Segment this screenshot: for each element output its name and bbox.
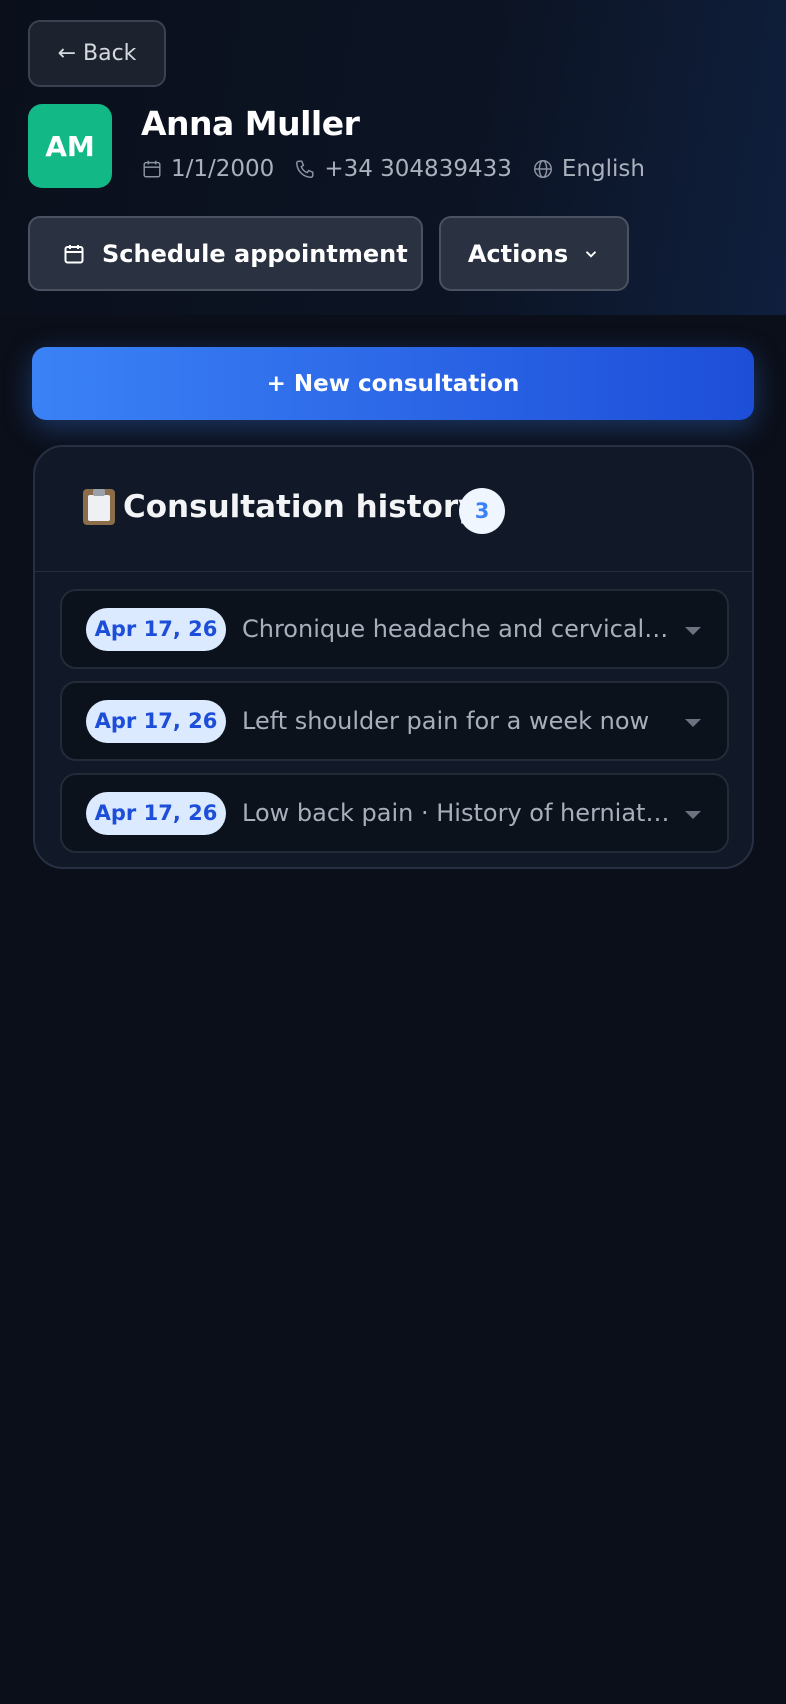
history-item-date: Apr 17, 26 <box>86 791 226 835</box>
new-consultation-button[interactable]: + New consultation <box>32 347 754 420</box>
history-item[interactable]: Apr 17, 26 Chronique headache and cervic… <box>60 589 729 669</box>
history-item[interactable]: Apr 17, 26 Left shoulder pain for a week… <box>60 681 729 761</box>
patient-header: ← Back AM Anna Muller 1/1/2000 +34 30483… <box>0 0 786 315</box>
history-count-badge: 3 <box>459 488 505 534</box>
history-item-summary: Chronique headache and cervical… <box>242 615 669 643</box>
back-button[interactable]: ← Back <box>28 20 166 87</box>
dob-item: 1/1/2000 <box>141 156 274 182</box>
caret-down-icon[interactable] <box>685 719 701 727</box>
schedule-appointment-button[interactable]: Schedule appointment <box>28 216 423 291</box>
history-header: Consultation history 3 <box>35 447 752 572</box>
phone-item: +34 304839433 <box>294 156 512 182</box>
history-item-summary: Low back pain · History of herniate… <box>242 799 672 827</box>
patient-name: Anna Muller <box>141 104 360 143</box>
consultation-history-card: Consultation history 3 Apr 17, 26 Chroni… <box>33 445 754 869</box>
phone-icon <box>296 160 314 178</box>
dob-text: 1/1/2000 <box>171 156 275 182</box>
history-item-date: Apr 17, 26 <box>86 699 226 743</box>
avatar-initials: AM <box>45 129 95 163</box>
calendar-icon <box>143 160 161 178</box>
calendar-icon <box>64 244 84 263</box>
caret-down-icon[interactable] <box>685 811 701 819</box>
chevron-down-icon <box>586 250 597 258</box>
clipboard-icon <box>83 489 115 525</box>
schedule-appointment-label: Schedule appointment <box>102 239 408 268</box>
history-list: Apr 17, 26 Chronique headache and cervic… <box>60 589 729 865</box>
history-title-text: Consultation history <box>123 489 479 525</box>
globe-icon <box>533 160 552 178</box>
actions-label: Actions <box>467 239 569 268</box>
phone-text: +34 304839433 <box>324 156 512 182</box>
back-label: ← Back <box>57 41 137 66</box>
new-consultation-label: + New consultation <box>266 370 520 397</box>
history-item[interactable]: Apr 17, 26 Low back pain · History of he… <box>60 773 729 853</box>
language-text: English <box>561 156 645 182</box>
history-item-summary: Left shoulder pain for a week now <box>242 707 650 735</box>
caret-down-icon[interactable] <box>685 627 701 635</box>
language-item: English <box>532 156 645 182</box>
history-title: Consultation history <box>83 489 478 525</box>
avatar: AM <box>28 104 112 188</box>
history-item-date: Apr 17, 26 <box>86 607 226 651</box>
actions-dropdown-button[interactable]: Actions <box>439 216 629 291</box>
patient-meta: 1/1/2000 +34 304839433 English <box>141 152 645 186</box>
